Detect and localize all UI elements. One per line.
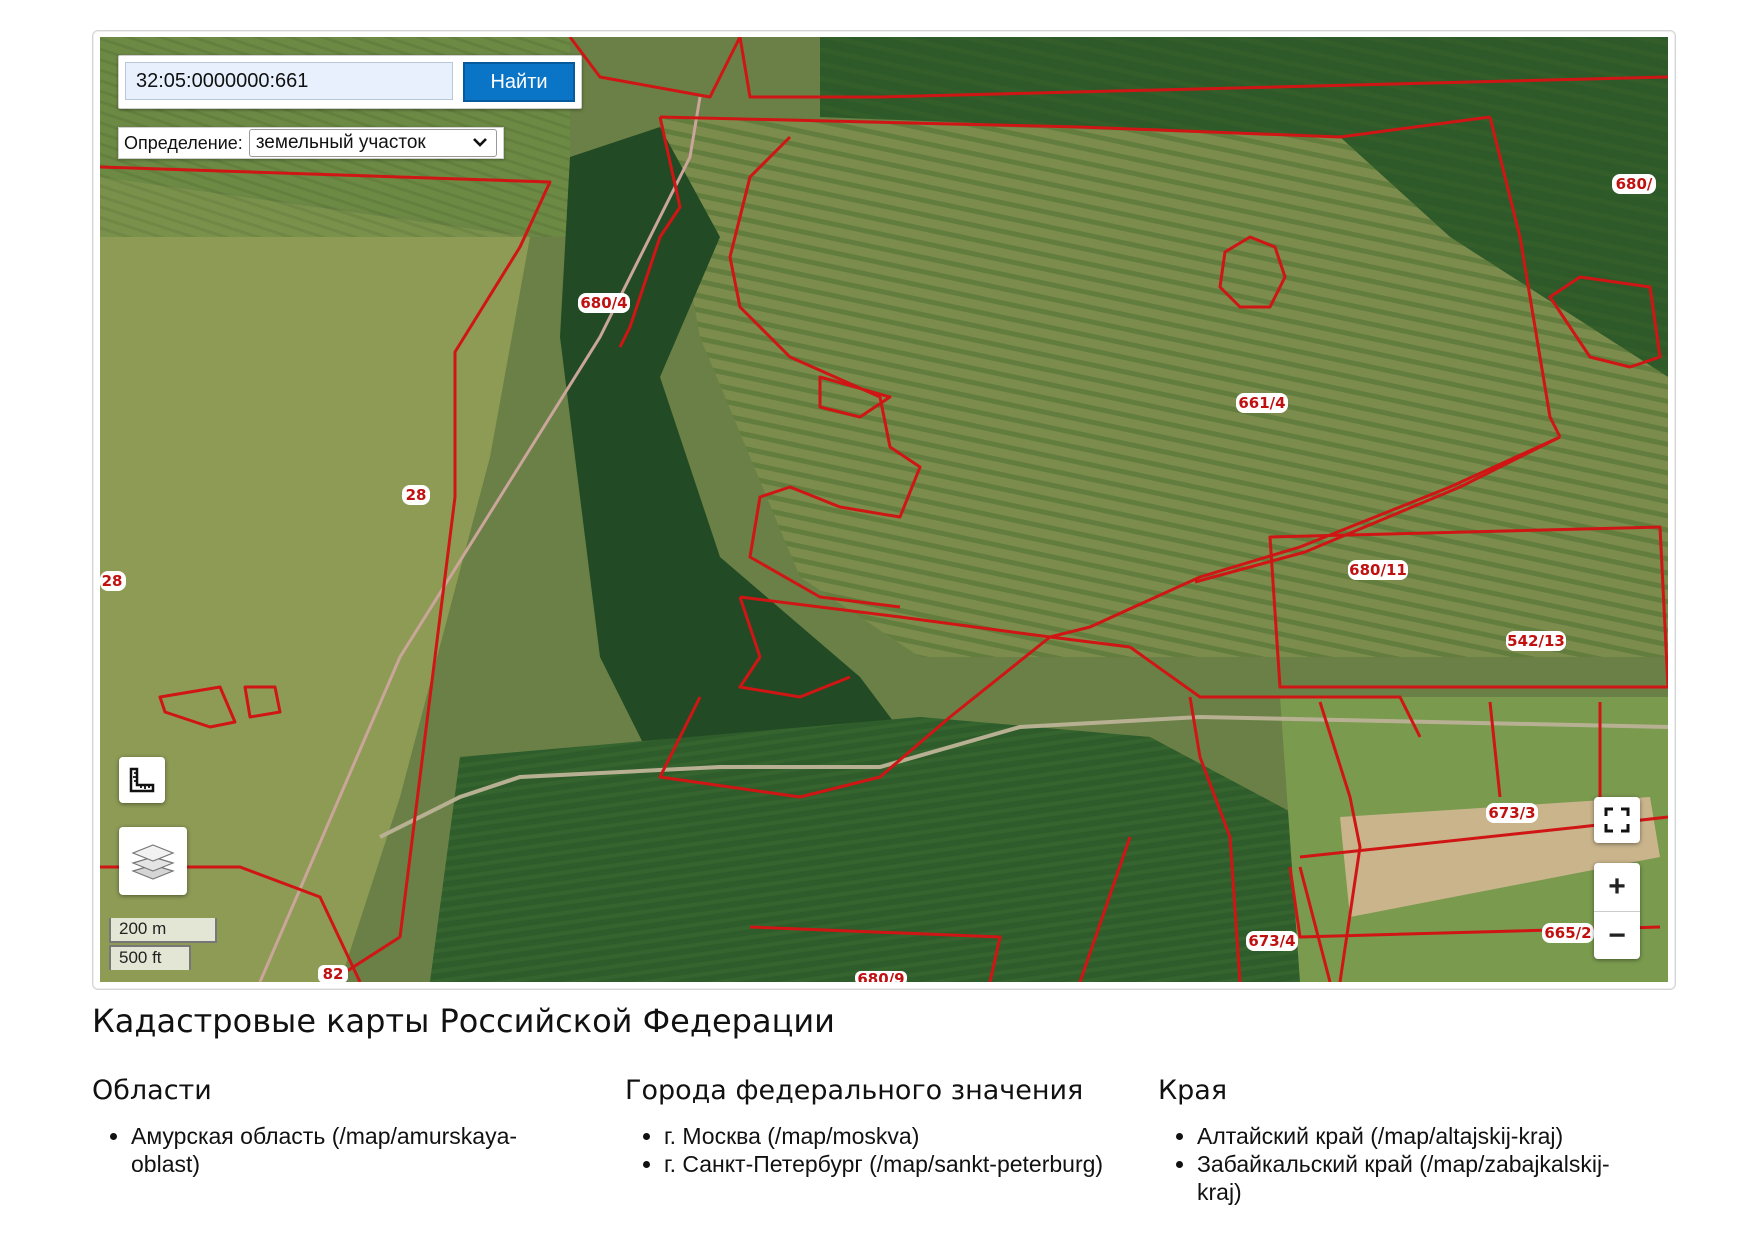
zoom-in-button[interactable]: + (1594, 863, 1640, 911)
parcel-label[interactable]: 680/4 (580, 294, 627, 312)
parcel-label[interactable]: 680/ (1616, 175, 1653, 193)
satellite-map[interactable]: 680/ 680/4 661/4 28 28 680/11 542/13 673… (100, 37, 1668, 982)
parcel-label[interactable]: 82 (323, 965, 344, 982)
zoom-out-button[interactable]: − (1594, 911, 1640, 959)
section-heading: Края (1158, 1075, 1228, 1106)
page-title: Кадастровые карты Российской Федерации (92, 1002, 835, 1040)
scale-bar-metric: 200 m (109, 918, 217, 943)
definition-label: Определение: (124, 132, 243, 153)
section-regions: Области Амурская область (/map/amurskaya… (92, 1075, 572, 1178)
cadastral-search-panel: Найти (118, 55, 582, 109)
parcel-label[interactable]: 661/4 (1238, 394, 1285, 412)
fullscreen-button[interactable] (1594, 797, 1640, 843)
krai-link[interactable]: Алтайский край (/map/altajskij-kraj) (1197, 1122, 1638, 1150)
city-link[interactable]: г. Санкт-Петербург (/map/sankt-peterburg… (664, 1150, 1105, 1178)
parcel-label[interactable]: 28 (102, 572, 123, 590)
section-federal-cities: Города федерального значения г. Москва (… (625, 1075, 1105, 1178)
fullscreen-icon (1604, 807, 1630, 833)
parcel-label[interactable]: 673/4 (1248, 932, 1295, 950)
region-link[interactable]: Амурская область (/map/amurskaya-oblast) (131, 1122, 572, 1178)
definition-select[interactable]: земельный участок (248, 129, 497, 157)
parcel-label[interactable]: 680/11 (1349, 561, 1407, 579)
section-heading: Области (92, 1075, 212, 1106)
measure-button[interactable] (119, 757, 165, 803)
definition-panel: Определение: земельный участок (118, 127, 504, 159)
city-link[interactable]: г. Москва (/map/moskva) (664, 1122, 1105, 1150)
search-button[interactable]: Найти (463, 62, 575, 102)
link-list: Алтайский край (/map/altajskij-kraj) Заб… (1158, 1122, 1638, 1206)
layers-button[interactable] (119, 827, 187, 895)
link-list: г. Москва (/map/moskva) г. Санкт-Петербу… (625, 1122, 1105, 1178)
zoom-control: + − (1594, 863, 1640, 959)
zoom-out-icon: − (1608, 919, 1626, 952)
parcel-label[interactable]: 665/2 (1544, 924, 1591, 942)
cadastral-number-input[interactable] (125, 62, 453, 100)
parcel-label[interactable]: 542/13 (1507, 632, 1565, 650)
parcel-label[interactable]: 680/9 (857, 970, 904, 982)
ruler-icon (129, 767, 155, 793)
link-list: Амурская область (/map/amurskaya-oblast) (92, 1122, 572, 1178)
chevron-down-icon (472, 138, 487, 147)
map-viewport[interactable]: 680/ 680/4 661/4 28 28 680/11 542/13 673… (100, 37, 1668, 982)
zoom-in-icon: + (1608, 870, 1626, 903)
parcel-label[interactable]: 28 (406, 486, 427, 504)
section-krais: Края Алтайский край (/map/altajskij-kraj… (1158, 1075, 1638, 1206)
krai-link[interactable]: Забайкальский край (/map/zabajkalskij-kr… (1197, 1150, 1638, 1206)
definition-selected-value: земельный участок (255, 132, 426, 153)
layers-icon (131, 844, 175, 880)
scale-bar-imperial: 500 ft (109, 945, 191, 970)
parcel-label[interactable]: 673/3 (1488, 804, 1535, 822)
section-heading: Города федерального значения (625, 1075, 1084, 1106)
